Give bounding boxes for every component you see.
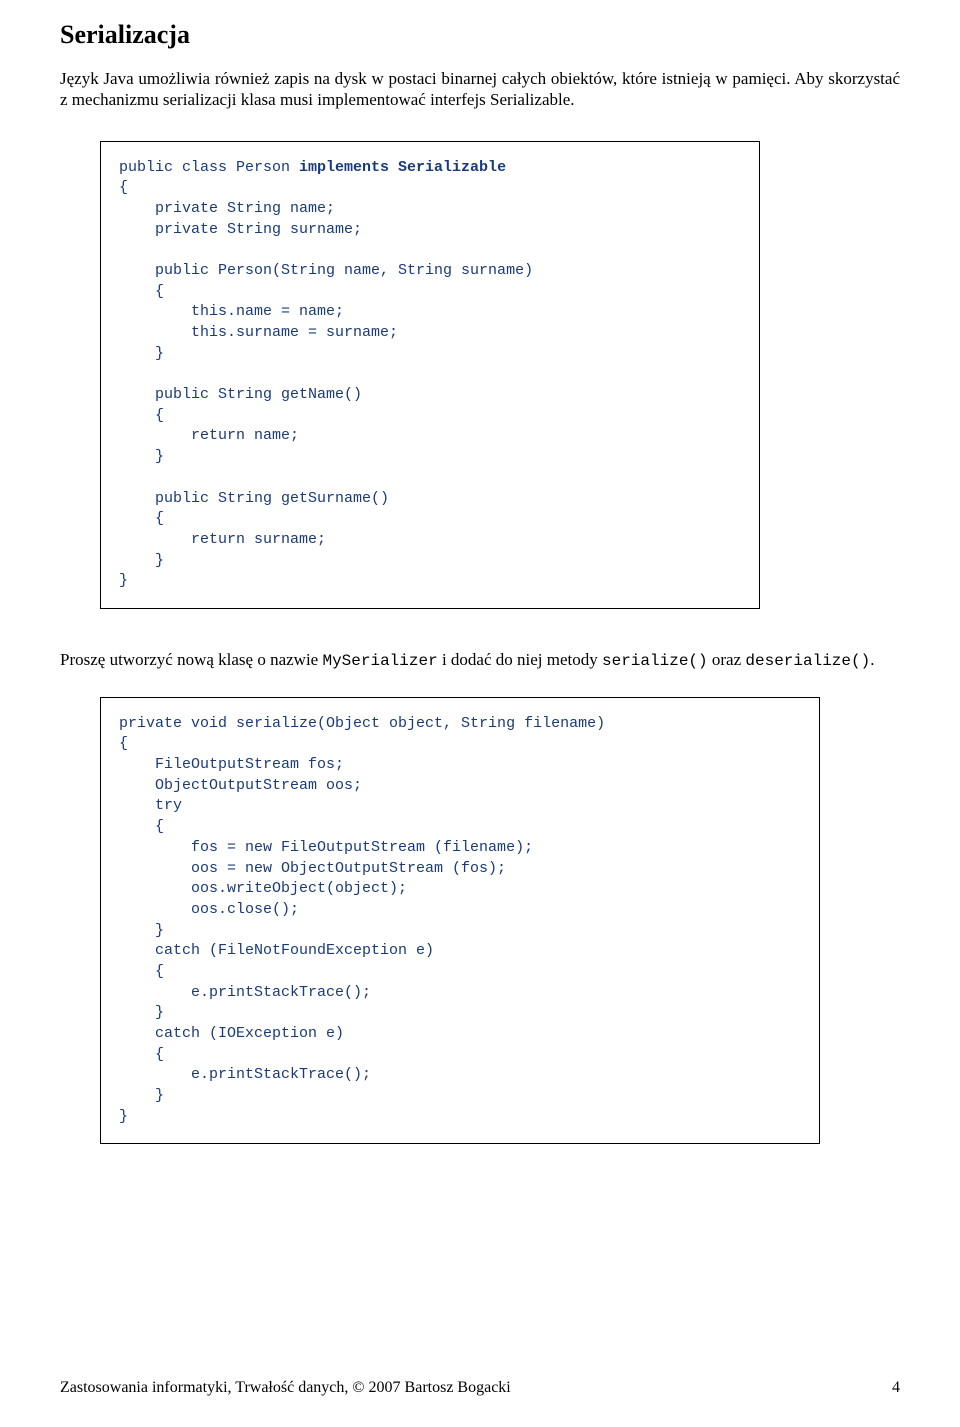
code-line: { <box>119 735 128 752</box>
code-line: fos = new FileOutputStream (filename); <box>119 839 533 856</box>
code-line: { <box>119 283 164 300</box>
code-line: ObjectOutputStream oos; <box>119 777 362 794</box>
code-block-person: public class Person implements Serializa… <box>100 141 760 609</box>
page-footer: Zastosowania informatyki, Trwałość danyc… <box>60 1379 900 1397</box>
code-line: public Person(String name, String surnam… <box>119 262 533 279</box>
code-line: oos = new ObjectOutputStream (fos); <box>119 860 506 877</box>
code-line: public String getSurname() <box>119 490 389 507</box>
text-part: Proszę utworzyć nową klasę o nazwie <box>60 650 322 669</box>
code-line: try <box>119 797 182 814</box>
code-line: } <box>119 448 164 465</box>
page-number: 4 <box>892 1379 900 1397</box>
text-part: oraz <box>708 650 746 669</box>
code-line: { <box>119 818 164 835</box>
code-line: this.name = name; <box>119 303 344 320</box>
code-content-person: public class Person implements Serializa… <box>119 158 741 592</box>
code-line: FileOutputStream fos; <box>119 756 344 773</box>
text-part: i dodać do niej metody <box>438 650 602 669</box>
text-part: . <box>870 650 874 669</box>
code-line: } <box>119 1087 164 1104</box>
code-line: private void serialize(Object object, St… <box>119 715 605 732</box>
code-block-serialize: private void serialize(Object object, St… <box>100 697 820 1145</box>
code-line: { <box>119 179 128 196</box>
code-line: { <box>119 1046 164 1063</box>
code-line: } <box>119 1004 164 1021</box>
inline-code: MySerializer <box>322 652 437 670</box>
footer-text: Zastosowania informatyki, Trwałość danyc… <box>60 1379 511 1396</box>
code-line: private String name; <box>119 200 335 217</box>
code-line: } <box>119 1108 128 1125</box>
inline-code: deserialize() <box>745 652 870 670</box>
code-line: oos.writeObject(object); <box>119 880 407 897</box>
code-line: return name; <box>119 427 299 444</box>
code-line: catch (FileNotFoundException e) <box>119 942 434 959</box>
code-line: oos.close(); <box>119 901 299 918</box>
code-content-serialize: private void serialize(Object object, St… <box>119 714 801 1128</box>
code-line: { <box>119 407 164 424</box>
code-line: } <box>119 922 164 939</box>
inline-code: serialize() <box>602 652 708 670</box>
code-line: e.printStackTrace(); <box>119 984 371 1001</box>
code-line: this.surname = surname; <box>119 324 398 341</box>
page-heading: Serializacja <box>60 20 900 50</box>
intro-paragraph: Język Java umożliwia również zapis na dy… <box>60 68 900 111</box>
mid-paragraph: Proszę utworzyć nową klasę o nazwie MySe… <box>60 649 900 672</box>
code-line: e.printStackTrace(); <box>119 1066 371 1083</box>
code-line: } <box>119 572 128 589</box>
code-line: } <box>119 345 164 362</box>
code-line: catch (IOException e) <box>119 1025 344 1042</box>
code-line: } <box>119 552 164 569</box>
code-line: return surname; <box>119 531 326 548</box>
code-line: { <box>119 963 164 980</box>
code-line: public String getName() <box>119 386 362 403</box>
code-keyword: implements Serializable <box>299 159 506 176</box>
code-line: public class Person <box>119 159 299 176</box>
code-line: { <box>119 510 164 527</box>
code-line: private String surname; <box>119 221 362 238</box>
